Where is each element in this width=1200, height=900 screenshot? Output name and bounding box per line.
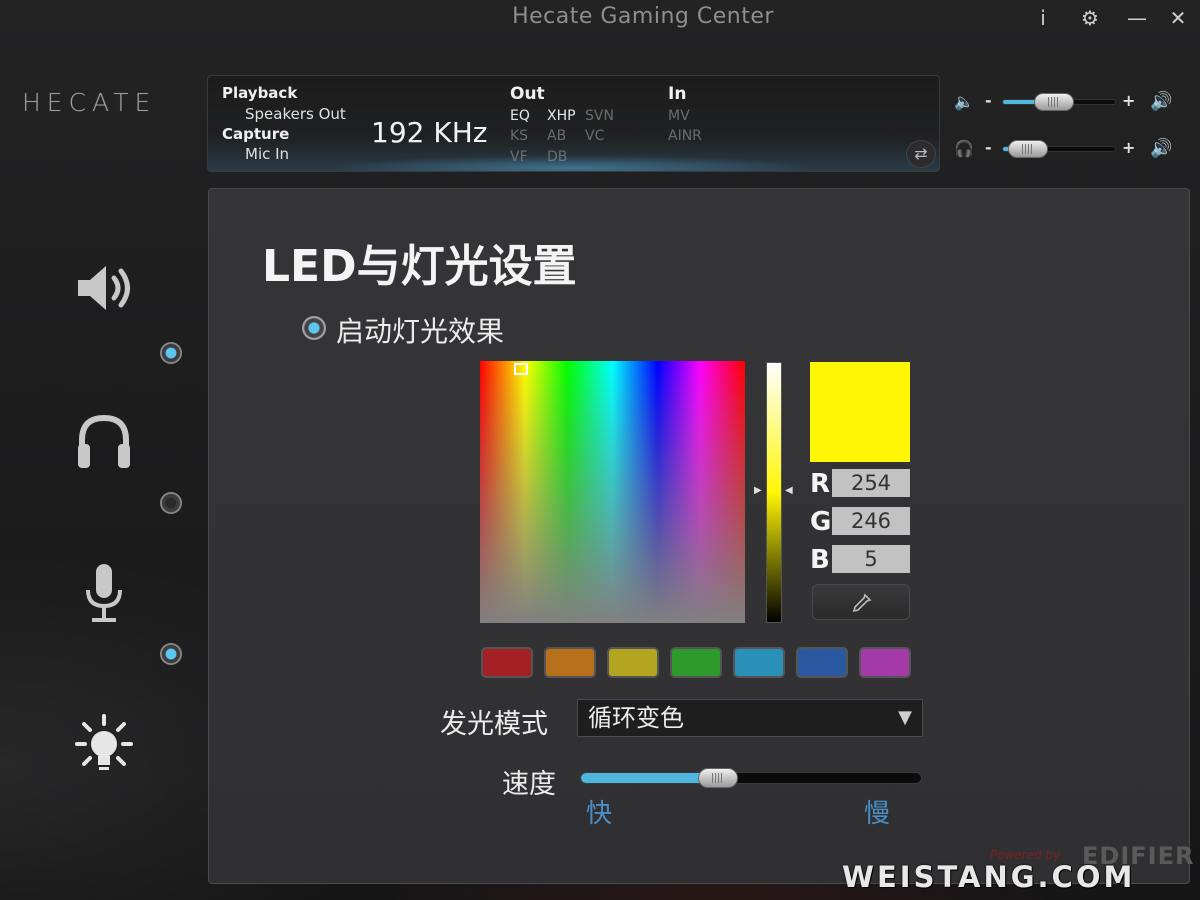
brightness-arrow-left-icon: ▶ [754,485,762,496]
color-spectrum-picker[interactable] [480,361,745,623]
speed-label: 速度 [502,769,556,800]
in-feature-ainr: AINR [668,128,702,144]
device-info-panel: Playback Speakers Out Capture Mic In 192… [207,75,940,172]
color-preset-1[interactable] [481,647,533,678]
page-title: LED与灯光设置 [262,241,577,292]
headphone-enable-toggle[interactable] [160,492,182,514]
microphone-enable-toggle[interactable] [160,643,182,665]
headphone-volume-thumb[interactable] [1008,140,1049,158]
color-preset-7[interactable] [859,647,911,678]
lightbulb-icon [75,714,133,770]
selected-color-preview [810,362,910,462]
speaker-icon [78,266,130,310]
lighting-mode-value: 循环变色 [588,704,684,732]
color-preset-2[interactable] [544,647,596,678]
eyedropper-icon [852,593,872,612]
microphone-icon [86,564,122,622]
b-label: B [810,545,830,575]
sidebar-item-microphone[interactable] [64,560,144,644]
hecate-logo: HECATE [22,88,157,117]
enable-lighting-radio[interactable] [302,316,326,340]
out-label: Out [510,84,545,104]
lighting-mode-dropdown[interactable]: 循环变色 ▼ [577,699,923,737]
minimize-button[interactable]: — [1122,4,1152,32]
in-label: In [668,84,687,104]
speed-slider[interactable] [580,768,922,788]
color-picker-cursor[interactable] [514,363,528,375]
out-feature-svn: SVN [585,108,614,124]
brightness-slider[interactable] [766,362,782,623]
info-icon: i [1040,6,1046,30]
speed-slow-label: 慢 [864,799,891,829]
sidebar-item-headphone[interactable] [64,410,144,494]
out-feature-ab: AB [547,128,567,144]
playback-label: Playback [222,84,298,102]
out-feature-ks: KS [510,128,529,144]
headphone-loud-icon: 🔊 [1150,138,1173,159]
color-preset-3[interactable] [607,647,659,678]
chevron-down-icon: ▼ [898,707,912,728]
swap-icon: ⇄ [914,144,928,163]
b-value-input[interactable] [832,545,910,573]
headphone-minus[interactable]: - [985,138,992,157]
eyedropper-button[interactable] [812,584,910,620]
out-feature-eq: EQ [510,108,530,124]
close-icon: ✕ [1169,6,1187,30]
speaker-volume-thumb[interactable] [1034,93,1075,111]
color-preset-6[interactable] [796,647,848,678]
speed-fast-label: 快 [586,799,613,829]
sidebar-item-speaker[interactable] [64,256,144,340]
minimize-icon: — [1127,6,1147,30]
capture-label: Capture [222,125,290,143]
g-label: G [810,507,832,537]
in-feature-mv: MV [668,108,690,124]
brightness-arrow-right-icon: ◀ [785,485,793,496]
speaker-plus[interactable]: + [1122,91,1135,110]
out-feature-xhp: XHP [547,108,576,124]
speaker-minus[interactable]: - [985,91,992,110]
settings-button[interactable]: ⚙ [1075,4,1105,32]
speaker-volume-slider[interactable] [1002,93,1116,111]
capture-device: Mic In [245,145,290,163]
enable-lighting-label: 启动灯光效果 [336,315,505,348]
r-label: R [810,469,831,499]
app-title: Hecate Gaming Center [512,4,774,29]
r-value-input[interactable] [832,469,910,497]
headphone-icon [78,414,130,468]
color-preset-4[interactable] [670,647,722,678]
speed-slider-thumb[interactable] [697,768,738,788]
speaker-loud-icon: 🔊 [1150,91,1173,112]
gear-icon: ⚙ [1081,6,1099,30]
site-watermark: WEISTANG.COM [842,860,1136,894]
sample-rate: 192 KHz [371,116,488,149]
speaker-enable-toggle[interactable] [160,342,182,364]
out-feature-db: DB [547,149,568,165]
info-button[interactable]: i [1028,4,1058,32]
sidebar-item-led[interactable] [64,712,144,802]
close-button[interactable]: ✕ [1163,4,1193,32]
g-value-input[interactable] [832,507,910,535]
playback-device: Speakers Out [245,105,346,123]
headphone-plus[interactable]: + [1122,138,1135,157]
speaker-small-icon: 🔈 [954,92,974,111]
headphone-volume-slider[interactable] [1002,140,1116,158]
lighting-mode-label: 发光模式 [440,709,548,740]
headphone-small-icon: 🎧 [954,139,974,158]
color-preset-5[interactable] [733,647,785,678]
swap-button[interactable]: ⇄ [906,140,936,168]
out-feature-vc: VC [585,128,605,144]
out-feature-vf: VF [510,149,528,165]
